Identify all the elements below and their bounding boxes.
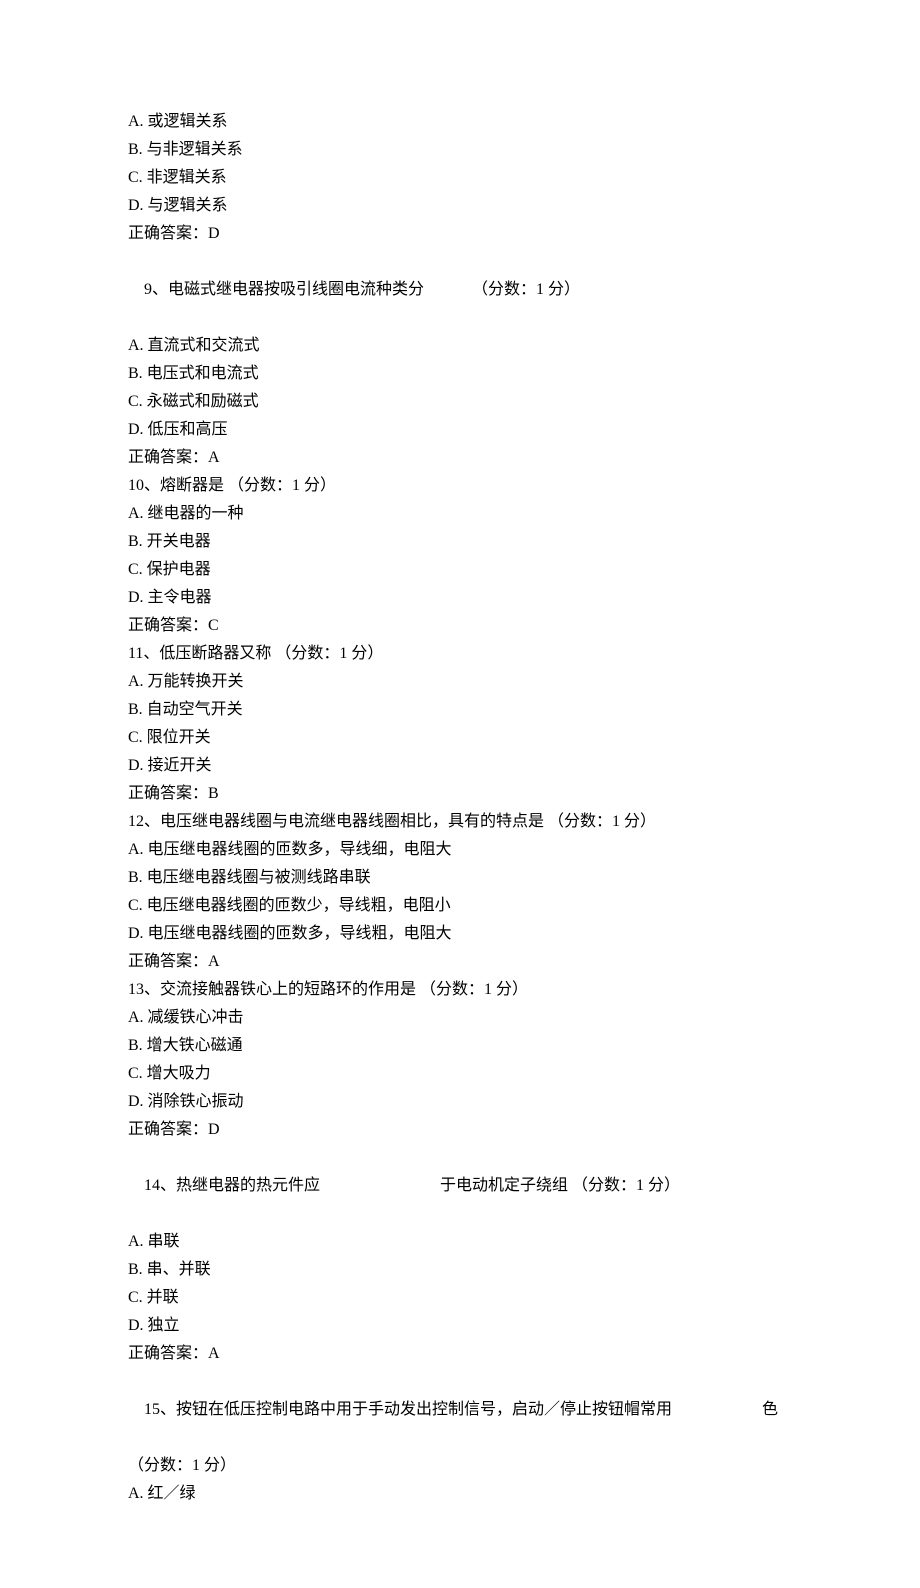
q14-option-a: A. 串联 [128,1228,820,1256]
q15-stem-text: 15、按钮在低压控制电路中用于手动发出控制信号，启动／停止按钮帽常用 [144,1401,672,1418]
q14-stem-text: 14、热继电器的热元件应 [144,1177,320,1194]
q15-stem-text2: 色 [762,1401,778,1418]
q11-answer: 正确答案：B [128,780,820,808]
q10-option-d: D. 主令电器 [128,584,820,612]
q10-option-c: C. 保护电器 [128,556,820,584]
q14-stem-text2: 于电动机定子绕组 （分数：1 分） [440,1177,680,1194]
document-page: A. 或逻辑关系 B. 与非逻辑关系 C. 非逻辑关系 D. 与逻辑关系 正确答… [0,0,920,1588]
q11-stem: 11、低压断路器又称 （分数：1 分） [128,640,820,668]
q9-stem-text: 9、电磁式继电器按吸引线圈电流种类分 [144,281,424,298]
q12-option-c: C. 电压继电器线圈的匝数少，导线粗，电阻小 [128,892,820,920]
q12-option-b: B. 电压继电器线圈与被测线路串联 [128,864,820,892]
q10-stem: 10、熔断器是 （分数：1 分） [128,472,820,500]
q9-option-d: D. 低压和高压 [128,416,820,444]
q11-option-d: D. 接近开关 [128,752,820,780]
q9-stem: 9、电磁式继电器按吸引线圈电流种类分 （分数：1 分） [128,248,820,332]
q13-option-b: B. 增大铁心磁通 [128,1032,820,1060]
q12-option-d: D. 电压继电器线圈的匝数多，导线粗，电阻大 [128,920,820,948]
q8-option-d: D. 与逻辑关系 [128,192,820,220]
q14-option-c: C. 并联 [128,1284,820,1312]
q14-option-d: D. 独立 [128,1312,820,1340]
q9-option-c: C. 永磁式和励磁式 [128,388,820,416]
q13-option-a: A. 减缓铁心冲击 [128,1004,820,1032]
q9-option-b: B. 电压式和电流式 [128,360,820,388]
q10-option-a: A. 继电器的一种 [128,500,820,528]
q8-option-c: C. 非逻辑关系 [128,164,820,192]
q12-option-a: A. 电压继电器线圈的匝数多，导线细，电阻大 [128,836,820,864]
q14-option-b: B. 串、并联 [128,1256,820,1284]
q11-option-c: C. 限位开关 [128,724,820,752]
q14-answer: 正确答案：A [128,1340,820,1368]
q9-answer: 正确答案：A [128,444,820,472]
q15-option-a: A. 红／绿 [128,1480,820,1508]
q8-answer: 正确答案：D [128,220,820,248]
q12-stem: 12、电压继电器线圈与电流继电器线圈相比，具有的特点是 （分数：1 分） [128,808,820,836]
q8-option-b: B. 与非逻辑关系 [128,136,820,164]
q10-option-b: B. 开关电器 [128,528,820,556]
q11-option-b: B. 自动空气开关 [128,696,820,724]
q13-answer: 正确答案：D [128,1116,820,1144]
q13-stem: 13、交流接触器铁心上的短路环的作用是 （分数：1 分） [128,976,820,1004]
q13-option-c: C. 增大吸力 [128,1060,820,1088]
q9-score: （分数：1 分） [472,281,580,298]
q12-answer: 正确答案：A [128,948,820,976]
q9-option-a: A. 直流式和交流式 [128,332,820,360]
q15-stem: 15、按钮在低压控制电路中用于手动发出控制信号，启动／停止按钮帽常用 色 [128,1368,820,1452]
q15-score: （分数：1 分） [128,1452,820,1480]
q14-stem: 14、热继电器的热元件应 于电动机定子绕组 （分数：1 分） [128,1144,820,1228]
q13-option-d: D. 消除铁心振动 [128,1088,820,1116]
q10-answer: 正确答案：C [128,612,820,640]
q11-option-a: A. 万能转换开关 [128,668,820,696]
q8-option-a: A. 或逻辑关系 [128,108,820,136]
